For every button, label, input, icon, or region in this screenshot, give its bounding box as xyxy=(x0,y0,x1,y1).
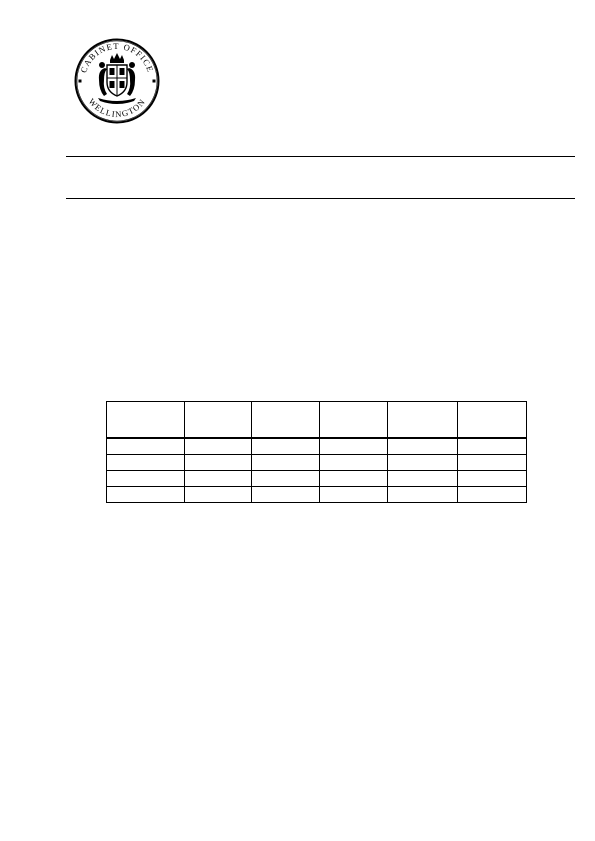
table-cell xyxy=(106,437,185,455)
table-cell xyxy=(184,486,252,503)
table-cell xyxy=(319,454,388,471)
table-cell xyxy=(387,470,458,487)
table-cell xyxy=(184,454,252,471)
table-cell xyxy=(387,454,458,471)
table-header-cell xyxy=(319,401,388,439)
table-header-cell xyxy=(387,401,458,439)
table-header-cell xyxy=(106,401,185,439)
table-cell xyxy=(251,470,320,487)
data-table xyxy=(106,401,527,503)
table-cell xyxy=(106,486,185,503)
table-cell xyxy=(319,437,388,455)
table-row xyxy=(106,454,527,471)
table-row xyxy=(106,470,527,487)
table-header-cell xyxy=(251,401,320,439)
table-cell xyxy=(387,486,458,503)
table-cell xyxy=(251,437,320,455)
cabinet-office-seal: CABINET OFFICE WELLINGTON xyxy=(74,38,160,124)
coat-of-arms-icon: CABINET OFFICE WELLINGTON xyxy=(74,38,160,124)
table-cell xyxy=(319,470,388,487)
table-cell xyxy=(457,437,527,455)
table-row xyxy=(106,486,527,503)
table-cell xyxy=(184,470,252,487)
table-cell xyxy=(106,470,185,487)
table-cell xyxy=(387,437,458,455)
table-row xyxy=(106,437,527,455)
table-cell xyxy=(184,437,252,455)
table-cell xyxy=(457,486,527,503)
table-cell xyxy=(251,486,320,503)
table-header-row xyxy=(106,401,527,439)
table-cell xyxy=(457,454,527,471)
header-rule-top xyxy=(66,156,575,157)
table-cell xyxy=(106,454,185,471)
table-header-cell xyxy=(184,401,252,439)
table-header-cell xyxy=(457,401,527,439)
table-cell xyxy=(319,486,388,503)
table-cell xyxy=(251,454,320,471)
table-cell xyxy=(457,470,527,487)
header-rule-bottom xyxy=(66,198,575,199)
